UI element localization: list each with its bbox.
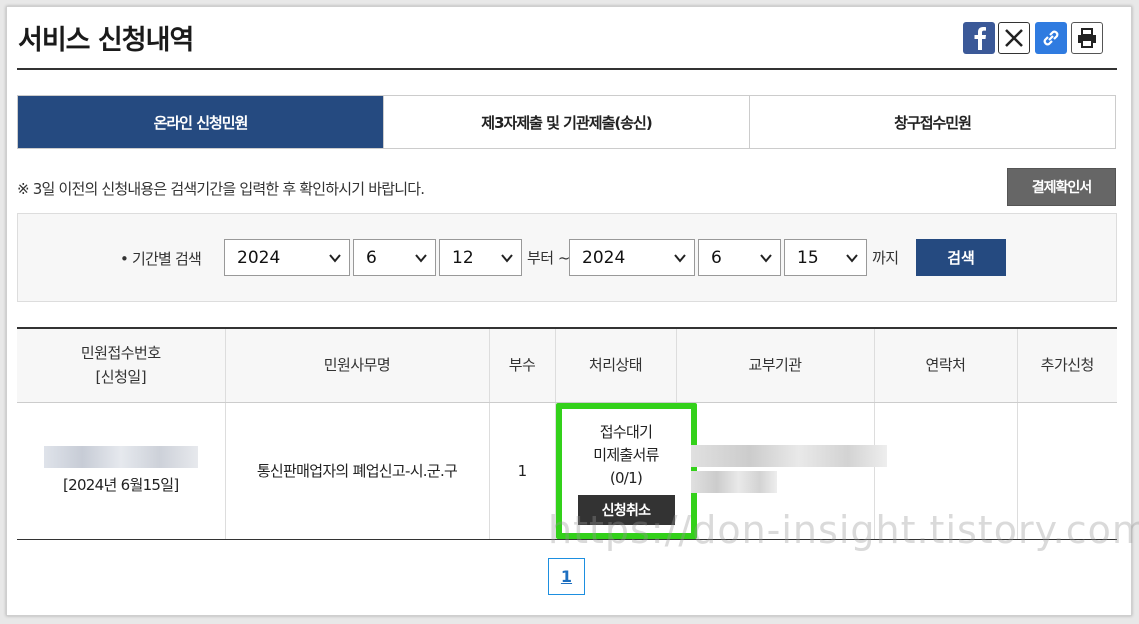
status-docs-count: (0/1) (609, 468, 643, 487)
tab-counter-applications[interactable]: 창구접수민원 (749, 96, 1115, 148)
link-icon (1043, 30, 1059, 46)
header-service-name: 민원사무명 (224, 327, 489, 403)
header-copies: 부수 (488, 327, 555, 403)
to-word: 까지 (872, 249, 899, 267)
tab-third-party-submission[interactable]: 제3자제출 및 기관제출(송신) (383, 96, 749, 148)
chevron-down-icon (674, 254, 686, 263)
page-number-current[interactable]: 1 (548, 558, 585, 595)
table-header-row: 민원접수번호 [신청일] 민원사무명 부수 처리상태 교부기관 연락처 추가신청 (17, 327, 1117, 403)
to-year-select[interactable]: 2024 (569, 239, 695, 276)
from-word: 부터 ~ (527, 249, 570, 267)
from-month-value: 6 (366, 247, 377, 268)
chevron-down-icon (415, 254, 427, 263)
redacted-receipt-number (43, 446, 198, 468)
page-title: 서비스 신청내역 (18, 25, 194, 56)
status-waiting: 접수대기 (599, 422, 653, 441)
facebook-icon (974, 27, 986, 50)
to-month-select[interactable]: 6 (698, 239, 781, 276)
service-name-cell[interactable]: 통신판매업자의 폐업신고-시.군.구 (224, 402, 489, 540)
chevron-down-icon (501, 254, 513, 263)
to-year-value: 2024 (582, 247, 626, 268)
redacted-agency-line2 (690, 470, 777, 493)
x-icon (1005, 29, 1023, 47)
search-label: • 기간별 검색 (120, 250, 202, 268)
receipt-number-cell: [2024년 6월15일] (17, 402, 225, 540)
redacted-agency (690, 444, 887, 467)
from-day-value: 12 (452, 247, 474, 268)
search-button[interactable]: 검색 (916, 239, 1006, 276)
copies-cell: 1 (488, 402, 555, 540)
to-day-select[interactable]: 15 (784, 239, 867, 276)
header-issuing-agency: 교부기관 (675, 327, 874, 403)
header-status: 처리상태 (554, 327, 676, 403)
from-day-select[interactable]: 12 (439, 239, 522, 276)
copy-link-button[interactable] (1035, 22, 1067, 54)
header-receipt-number: 민원접수번호 [신청일] (17, 327, 225, 403)
print-icon (1078, 28, 1096, 48)
to-day-value: 15 (797, 247, 819, 268)
to-month-value: 6 (711, 247, 722, 268)
notice-text: ※ 3일 이전의 신청내용은 검색기간을 입력한 후 확인하시기 바랍니다. (17, 180, 425, 198)
watermark-text: https://don-insight.tistory.com (548, 508, 1139, 552)
from-year-value: 2024 (237, 247, 281, 268)
apply-date: [2024년 6월15일] (62, 476, 179, 494)
x-share-button[interactable] (998, 22, 1030, 54)
from-month-select[interactable]: 6 (353, 239, 436, 276)
facebook-share-button[interactable] (963, 22, 995, 54)
payment-receipt-button[interactable]: 결제확인서 (1007, 168, 1116, 206)
from-year-select[interactable]: 2024 (224, 239, 350, 276)
chevron-down-icon (760, 254, 772, 263)
print-button[interactable] (1071, 22, 1103, 54)
title-divider (17, 68, 1117, 70)
header-contact: 연락처 (873, 327, 1017, 403)
tab-bar: 온라인 신청민원 제3자제출 및 기관제출(송신) 창구접수민원 (17, 95, 1116, 149)
chevron-down-icon (846, 254, 858, 263)
status-missing-docs[interactable]: 미제출서류 (578, 444, 675, 467)
header-additional-request: 추가신청 (1016, 327, 1117, 403)
chevron-down-icon (329, 254, 341, 263)
tab-online-applications[interactable]: 온라인 신청민원 (18, 96, 383, 148)
